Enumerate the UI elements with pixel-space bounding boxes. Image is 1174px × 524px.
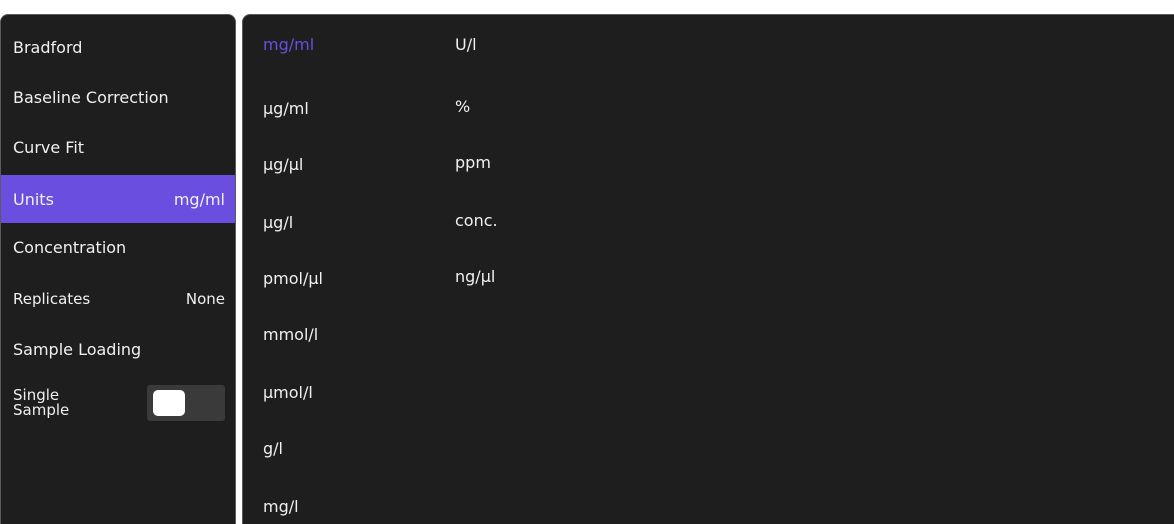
unit-option-ug-ml[interactable]: µg/ml: [263, 97, 309, 121]
menu-item-value: mg/ml: [173, 189, 225, 209]
menu-item-curve-fit[interactable]: Curve Fit: [1, 123, 235, 171]
menu-item-bradford[interactable]: Bradford: [1, 23, 235, 71]
unit-option-u-l[interactable]: U/l: [455, 33, 477, 57]
unit-option-mg-ml[interactable]: mg/ml: [263, 33, 314, 57]
units-settings-screen: Bradford Baseline Correction Curve Fit U…: [0, 0, 1174, 524]
menu-item-label: Baseline Correction: [13, 87, 169, 107]
unit-option-umol-l[interactable]: µmol/l: [263, 381, 313, 405]
single-sample-label: Single Sample: [13, 388, 69, 418]
unit-option-ug-ul[interactable]: µg/µl: [263, 153, 303, 177]
unit-option-ppm[interactable]: ppm: [455, 151, 491, 175]
menu-item-concentration[interactable]: Concentration: [1, 223, 235, 271]
unit-option-mg-l[interactable]: mg/l: [263, 495, 299, 519]
menu-item-label: Units: [13, 189, 54, 209]
single-sample-label-line2: Sample: [13, 401, 70, 419]
units-picker-panel: mg/ml µg/ml µg/µl µg/l pmol/µl mmol/l µm…: [242, 14, 1174, 524]
unit-option-conc[interactable]: conc.: [455, 209, 498, 233]
menu-item-sample-loading[interactable]: Sample Loading: [1, 325, 235, 373]
menu-item-label: Concentration: [13, 237, 127, 257]
toggle-knob: [153, 390, 185, 416]
menu-item-baseline-correction[interactable]: Baseline Correction: [1, 73, 235, 121]
menu-item-label: Sample Loading: [13, 339, 142, 359]
settings-menu-panel: Bradford Baseline Correction Curve Fit U…: [0, 14, 236, 524]
single-sample-toggle[interactable]: [147, 385, 225, 421]
menu-item-replicates[interactable]: Replicates None: [1, 275, 235, 323]
menu-item-value: None: [185, 290, 225, 308]
menu-item-label: Bradford: [13, 37, 83, 57]
unit-option-pmol-ul[interactable]: pmol/µl: [263, 267, 323, 291]
unit-option-ug-l[interactable]: µg/l: [263, 211, 293, 235]
menu-item-label: Curve Fit: [13, 137, 85, 157]
unit-option-percent[interactable]: %: [455, 95, 470, 119]
unit-option-ng-ul[interactable]: ng/µl: [455, 265, 495, 289]
unit-option-mmol-l[interactable]: mmol/l: [263, 323, 318, 347]
unit-option-g-l[interactable]: g/l: [263, 437, 283, 461]
menu-item-label: Replicates: [13, 290, 91, 308]
menu-item-units[interactable]: Units mg/ml: [1, 175, 235, 223]
menu-item-single-sample: Single Sample: [1, 379, 235, 427]
